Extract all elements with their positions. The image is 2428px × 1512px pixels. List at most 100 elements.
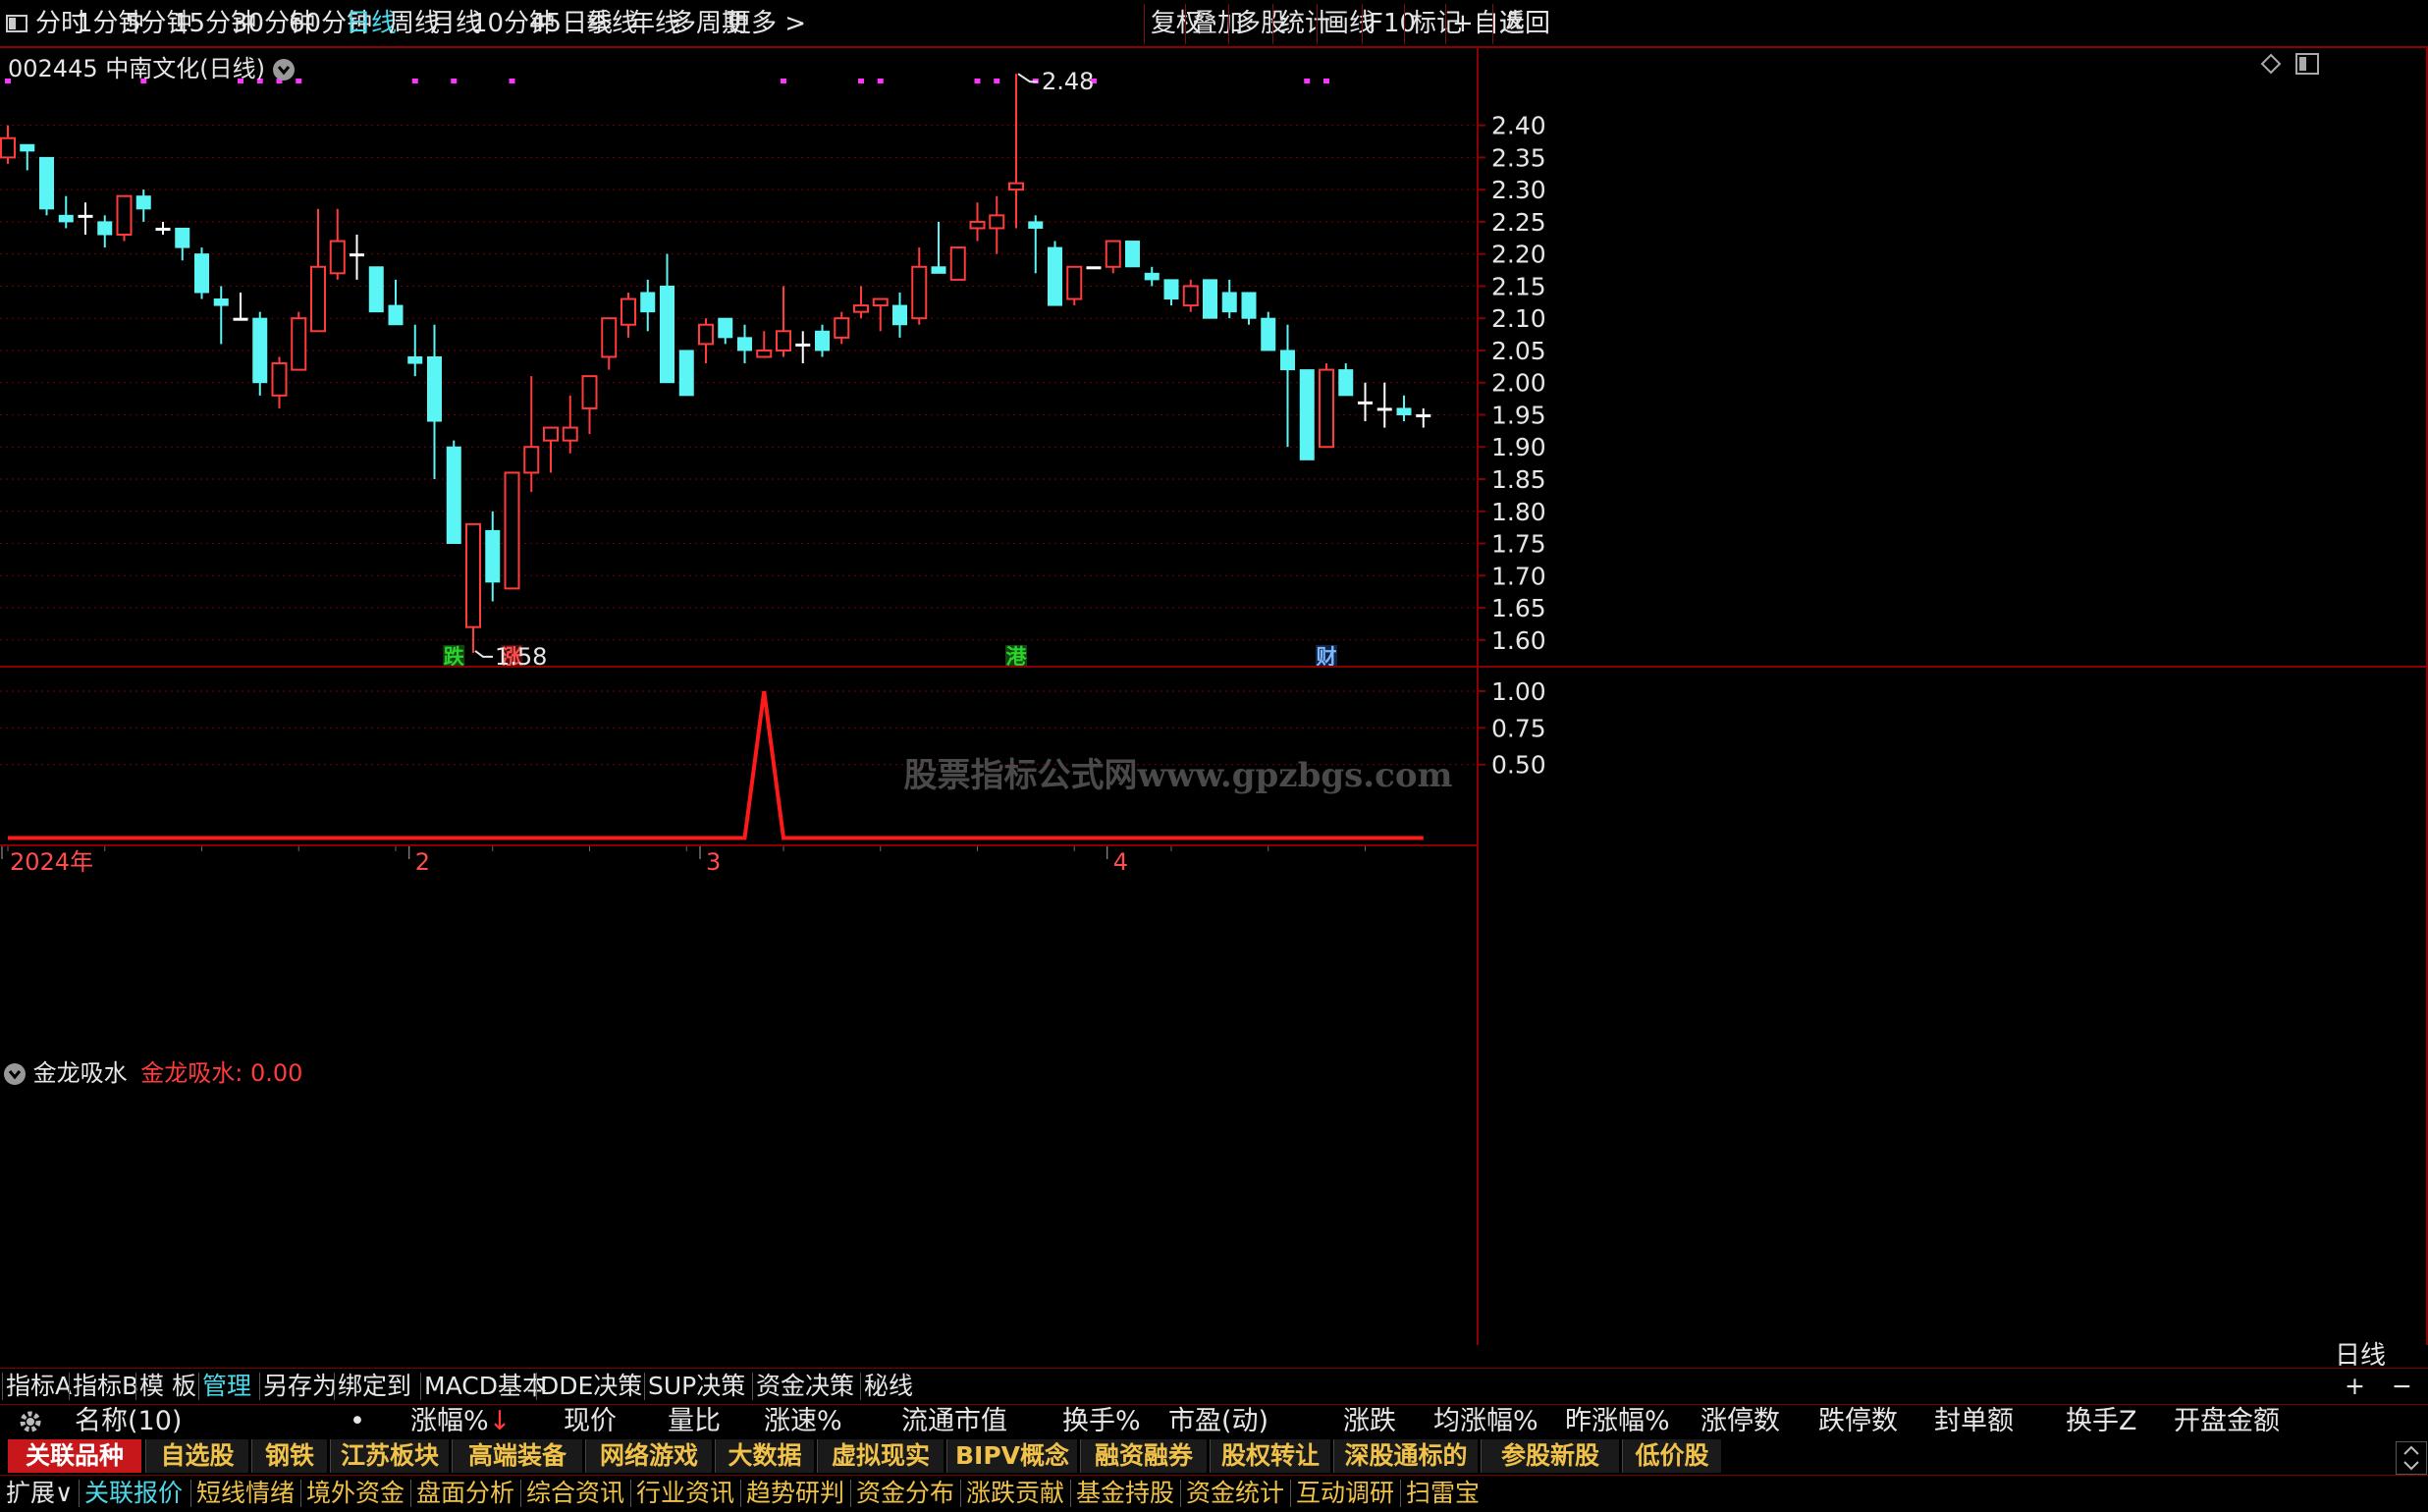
candle-55[interactable]	[1066, 265, 1083, 306]
sector-tab-12[interactable]: 参股新股	[1481, 1439, 1619, 1473]
bottom-link-7[interactable]: 资金分布	[856, 1476, 954, 1511]
candle-69[interactable]	[1338, 363, 1354, 397]
candle-38[interactable]	[737, 324, 752, 364]
candle-63[interactable]	[1221, 279, 1237, 319]
bottom-link-8[interactable]: 涨跌贡献	[966, 1476, 1064, 1511]
candle-57[interactable]	[1105, 240, 1121, 274]
period-tab-14[interactable]: 更多 >	[726, 0, 806, 48]
candle-64[interactable]	[1241, 292, 1257, 325]
candle-43[interactable]	[834, 311, 850, 345]
column-header-4[interactable]: 量比	[668, 1404, 721, 1439]
candle-59[interactable]	[1144, 266, 1160, 287]
candle-73[interactable]	[1416, 407, 1431, 428]
indicator-tab-4[interactable]: 另存为	[263, 1369, 337, 1404]
candle-52[interactable]	[1008, 74, 1024, 229]
candle-42[interactable]	[815, 324, 830, 357]
candle-1[interactable]	[20, 143, 35, 171]
sector-tab-2[interactable]: 钢铁	[251, 1439, 327, 1473]
candle-45[interactable]	[872, 297, 889, 332]
panel-layout-icon[interactable]	[2295, 53, 2319, 75]
sector-tab-0[interactable]: 关联品种	[8, 1439, 141, 1473]
candle-29[interactable]	[562, 395, 578, 454]
sector-tab-1[interactable]: 自选股	[145, 1439, 248, 1473]
indicator-tab-10[interactable]: 秘线	[864, 1369, 913, 1404]
event-dot[interactable]	[451, 79, 458, 83]
candle-20[interactable]	[388, 279, 404, 326]
remove-indicator-button[interactable]: −	[2392, 1369, 2412, 1404]
indicator-tab-7[interactable]: DDE决策	[540, 1369, 642, 1404]
bottom-link-1[interactable]: 短线情绪	[196, 1476, 295, 1511]
candle-46[interactable]	[892, 292, 907, 338]
window-menu-icon[interactable]	[6, 0, 29, 48]
candle-17[interactable]	[329, 208, 346, 280]
candle-67[interactable]	[1299, 369, 1315, 460]
candle-14[interactable]	[271, 356, 288, 408]
indicator-tab-0[interactable]: 指标A	[6, 1369, 72, 1404]
candle-15[interactable]	[291, 311, 307, 371]
candle-47[interactable]	[911, 247, 928, 325]
event-dot[interactable]	[509, 79, 515, 83]
candle-28[interactable]	[543, 426, 559, 473]
candle-71[interactable]	[1376, 382, 1392, 428]
indicator-tab-3[interactable]: 管理	[202, 1369, 251, 1404]
bottom-link-6[interactable]: 趋势研判	[746, 1476, 844, 1511]
candle-16[interactable]	[310, 208, 326, 333]
candle-60[interactable]	[1163, 279, 1179, 306]
candle-18[interactable]	[350, 235, 364, 280]
candle-0[interactable]	[0, 125, 16, 164]
bottom-link-5[interactable]: 行业资讯	[636, 1476, 734, 1511]
sector-tab-9[interactable]: 融资融券	[1080, 1439, 1207, 1473]
candle-9[interactable]	[175, 227, 190, 261]
column-header-16[interactable]: 开盘金额	[2174, 1404, 2280, 1439]
bottom-link-10[interactable]: 资金统计	[1186, 1476, 1284, 1511]
expand-button[interactable]: 扩展∨	[6, 1476, 73, 1511]
indicator-tab-8[interactable]: SUP决策	[648, 1369, 745, 1404]
event-dot[interactable]	[411, 79, 418, 83]
candle-4[interactable]	[78, 202, 93, 236]
sector-tab-6[interactable]: 大数据	[715, 1439, 814, 1473]
event-dot[interactable]	[1304, 79, 1311, 83]
dropdown-icon[interactable]	[272, 59, 295, 81]
column-header-15[interactable]: 换手Z	[2066, 1404, 2137, 1439]
candle-10[interactable]	[194, 247, 209, 299]
chart-area[interactable]: 1.60 1.65 1.70 1.75 1.80 1.85 1.90 1.95 2.00 2.05…	[0, 48, 2428, 1345]
bottom-link-2[interactable]: 境外资金	[306, 1476, 405, 1511]
toolbar-button-5[interactable]: F10	[1369, 0, 1416, 48]
indicator-tab-5[interactable]: 绑定到	[338, 1369, 411, 1404]
candle-22[interactable]	[427, 324, 442, 479]
indicator-tab-2[interactable]: 模 板	[139, 1369, 196, 1404]
candle-65[interactable]	[1261, 311, 1276, 351]
add-indicator-button[interactable]: +	[2345, 1369, 2365, 1404]
column-header-1[interactable]: •	[350, 1404, 365, 1439]
candle-49[interactable]	[949, 246, 966, 281]
bottom-link-0[interactable]: 关联报价	[84, 1476, 183, 1511]
bottom-link-11[interactable]: 互动调研	[1296, 1476, 1394, 1511]
sector-tab-5[interactable]: 网络游戏	[585, 1439, 712, 1473]
chart-toggle-icon[interactable]	[2260, 53, 2282, 75]
sector-tab-8[interactable]: BIPV概念	[946, 1439, 1077, 1473]
sector-tab-13[interactable]: 低价股	[1622, 1439, 1721, 1473]
candle-48[interactable]	[931, 221, 946, 274]
candle-26[interactable]	[504, 471, 520, 590]
event-marker-3[interactable]: 财	[1316, 645, 1337, 669]
event-dot[interactable]	[858, 79, 864, 83]
column-header-14[interactable]: 封单额	[1934, 1404, 2014, 1439]
candle-12[interactable]	[233, 292, 248, 321]
column-header-11[interactable]: 昨涨幅%	[1565, 1404, 1670, 1439]
candle-30[interactable]	[581, 375, 598, 435]
column-header-13[interactable]: 跌停数	[1818, 1404, 1898, 1439]
column-header-9[interactable]: 涨跌	[1343, 1404, 1396, 1439]
candle-51[interactable]	[989, 195, 1005, 254]
candle-19[interactable]	[368, 266, 384, 313]
event-marker-0[interactable]: 跌	[443, 645, 465, 669]
indicator-tab-1[interactable]: 指标B	[73, 1369, 138, 1404]
sector-tab-11[interactable]: 深股通标的	[1333, 1439, 1478, 1473]
candle-11[interactable]	[213, 286, 229, 345]
column-header-3[interactable]: 现价	[564, 1404, 617, 1439]
event-dot[interactable]	[781, 79, 786, 83]
event-dot[interactable]	[877, 79, 884, 83]
column-header-12[interactable]: 涨停数	[1700, 1404, 1780, 1439]
candle-68[interactable]	[1319, 363, 1334, 449]
bottom-link-4[interactable]: 综合资讯	[526, 1476, 624, 1511]
candle-2[interactable]	[39, 156, 54, 216]
